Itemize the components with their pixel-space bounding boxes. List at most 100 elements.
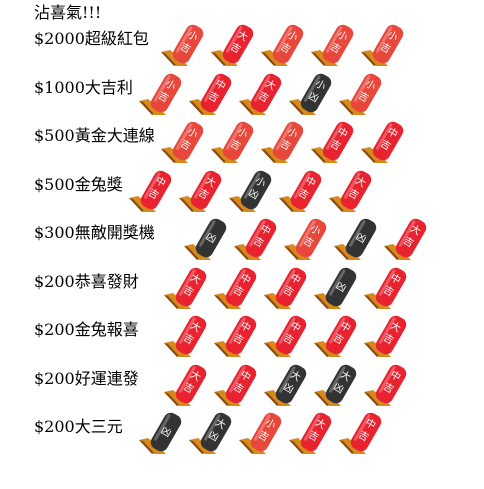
fortune-stick-icon: 大吉 [164, 267, 207, 309]
fortune-stick: 中吉 [213, 313, 259, 357]
fortune-stick: 小吉 [210, 119, 256, 163]
fortune-stick: 中吉 [360, 119, 406, 163]
fortune-stick: 凶 [313, 265, 359, 309]
fortune-stick-icon: 大吉 [164, 364, 207, 406]
fortune-stick-icon: 凶 [139, 412, 182, 454]
fortune-stick: 大吉 [163, 362, 209, 406]
fortune-stick-icon: 大吉 [179, 170, 222, 212]
fortune-stick: 小吉 [238, 410, 284, 454]
fortune-stick: 中吉 [263, 313, 309, 357]
fortune-stick: 大凶 [188, 410, 234, 454]
fortune-stick: 中吉 [213, 265, 259, 309]
fortune-stick-icon: 中吉 [214, 315, 257, 357]
fortune-stick-icon: 小吉 [311, 24, 354, 66]
prize-row: $200大三元凶大凶小吉大吉中吉 [0, 412, 484, 474]
fortune-stick: 中吉 [363, 265, 409, 309]
fortune-stick: 凶 [333, 216, 379, 260]
fortune-stick-icon: 小吉 [239, 412, 282, 454]
fortune-stick: 大吉 [383, 216, 429, 260]
fortune-stick-icon: 小吉 [261, 121, 304, 163]
prize-label: $500黃金大連線 [34, 126, 155, 145]
fortune-stick-icon: 凶 [184, 218, 227, 260]
fortune-stick-icon: 大吉 [329, 170, 372, 212]
fortune-stick-icon: 中吉 [339, 412, 382, 454]
fortune-stick-icon: 中吉 [214, 364, 257, 406]
fortune-stick-icon: 大凶 [314, 364, 357, 406]
fortune-stick-icon: 小吉 [339, 73, 382, 115]
fortune-stick-icon: 小吉 [261, 24, 304, 66]
fortune-stick: 中吉 [313, 313, 359, 357]
prize-label: $2000超級紅包 [34, 29, 149, 48]
fortune-stick: 中吉 [188, 71, 234, 115]
fortune-stick: 大吉 [238, 71, 284, 115]
fortune-stick: 中吉 [310, 119, 356, 163]
prize-label: $500金兔獎 [34, 174, 123, 194]
fortune-stick-icon: 小凶 [289, 73, 332, 115]
fortune-stick: 大凶 [263, 362, 309, 406]
fortune-stick-icon: 小吉 [211, 121, 254, 163]
fortune-stick-icon: 大凶 [189, 412, 232, 454]
fortune-stick-icon: 大吉 [239, 73, 282, 115]
fortune-stick-icon: 中吉 [264, 315, 307, 357]
fortune-stick: 大吉 [163, 313, 209, 357]
fortune-stick-icon: 小吉 [161, 121, 204, 163]
fortune-stick-icon: 大吉 [364, 315, 407, 357]
fortune-stick-icon: 小吉 [284, 218, 327, 260]
fortune-stick-icon: 中吉 [314, 315, 357, 357]
prize-label: $300無敵開獎機 [34, 223, 155, 242]
fortune-stick: 小吉 [283, 216, 329, 260]
prize-label: $200金兔報喜 [34, 320, 139, 339]
fortune-stick: 中吉 [338, 410, 384, 454]
fortune-stick-icon: 中吉 [189, 73, 232, 115]
fortune-stick-icon: 小吉 [139, 73, 182, 115]
prize-label: $1000大吉利 [34, 77, 133, 97]
fortune-stick: 小吉 [138, 71, 184, 115]
fortune-stick: 凶 [138, 410, 184, 454]
fortune-stick-icon: 小吉 [161, 24, 204, 66]
fortune-stick-icon: 中吉 [129, 170, 172, 212]
fortune-stick: 大吉 [363, 313, 409, 357]
fortune-stick: 大吉 [288, 410, 334, 454]
fortune-stick: 大吉 [328, 168, 374, 212]
fortune-stick-icon: 中吉 [214, 267, 257, 309]
fortune-stick-icon: 大凶 [264, 364, 307, 406]
fortune-stick: 中吉 [213, 362, 259, 406]
fortune-stick: 大吉 [163, 265, 209, 309]
prize-label: $200大三元 [34, 417, 123, 436]
fortune-stick: 小吉 [260, 22, 306, 66]
fortune-stick-icon: 小吉 [361, 24, 404, 66]
fortune-stick: 中吉 [363, 362, 409, 406]
fortune-stick-icon: 大吉 [164, 315, 207, 357]
fortune-stick-icon: 凶 [334, 218, 377, 260]
fortune-stick: 小吉 [260, 119, 306, 163]
fortune-stick-icon: 中吉 [364, 267, 407, 309]
fortune-stick-icon: 大吉 [384, 218, 427, 260]
fortune-stick: 凶 [183, 216, 229, 260]
fortune-stick-icon: 中吉 [361, 121, 404, 163]
prize-label: $200好運連發 [34, 368, 139, 388]
fortune-stick-icon: 大吉 [289, 412, 332, 454]
fortune-stick-icon: 小凶 [229, 170, 272, 212]
fortune-stick: 小吉 [360, 22, 406, 66]
fortune-stick-icon: 凶 [314, 267, 357, 309]
fortune-stick: 中吉 [233, 216, 279, 260]
page-title: 沾喜氣!!! [34, 3, 102, 22]
fortune-stick-icon: 中吉 [234, 218, 277, 260]
fortune-stick: 大吉 [178, 168, 224, 212]
prize-label: $200恭喜發財 [34, 271, 139, 291]
fortune-stick-icon: 中吉 [364, 364, 407, 406]
fortune-stick: 大凶 [313, 362, 359, 406]
fortune-stick-icon: 中吉 [264, 267, 307, 309]
fortune-stick: 小凶 [288, 71, 334, 115]
fortune-stick: 大吉 [210, 22, 256, 66]
fortune-stick: 小吉 [338, 71, 384, 115]
fortune-stick: 小吉 [160, 119, 206, 163]
fortune-stick-icon: 中吉 [279, 170, 322, 212]
fortune-stick: 小凶 [228, 168, 274, 212]
fortune-stick: 中吉 [278, 168, 324, 212]
fortune-stick: 中吉 [128, 168, 174, 212]
fortune-stick: 中吉 [263, 265, 309, 309]
fortune-stick: 小吉 [160, 22, 206, 66]
fortune-stick: 小吉 [310, 22, 356, 66]
fortune-stick-icon: 大吉 [211, 24, 254, 66]
